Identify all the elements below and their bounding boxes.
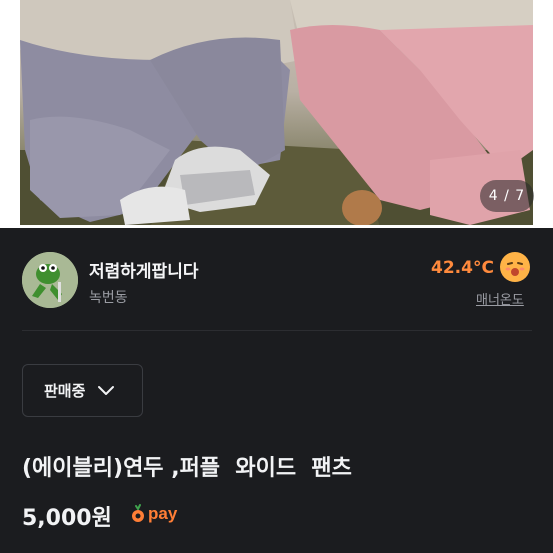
chevron-down-icon: [98, 385, 115, 395]
listing-title: (에이블리)연두 ,퍼플 와이드 팬츠: [22, 456, 352, 481]
photo-counter: 4 / 7: [480, 180, 534, 212]
avatar[interactable]: [22, 252, 78, 308]
sale-status-label: 판매중: [44, 382, 86, 400]
sale-status-dropdown[interactable]: 판매중: [22, 364, 143, 417]
listing-price: 5,000원: [22, 506, 112, 531]
manner-temperature-link[interactable]: 매너온도: [476, 289, 524, 308]
seller-profile[interactable]: 저렴하게팝니다 녹번동 42.4°C 매너온도: [22, 252, 532, 312]
seller-name[interactable]: 저렴하게팝니다: [89, 257, 198, 282]
manner-temperature: 42.4°C: [431, 258, 494, 278]
pay-label: pay: [148, 504, 178, 523]
frog-avatar-icon: [22, 252, 78, 308]
seller-region: 녹번동: [89, 290, 128, 306]
product-photo[interactable]: [0, 0, 553, 228]
photo-illustration: [20, 0, 533, 228]
divider: [22, 330, 532, 331]
carrot-pay-icon: [132, 504, 144, 522]
smiley-face-icon: [500, 252, 530, 282]
karrot-pay-badge: pay: [130, 504, 177, 524]
